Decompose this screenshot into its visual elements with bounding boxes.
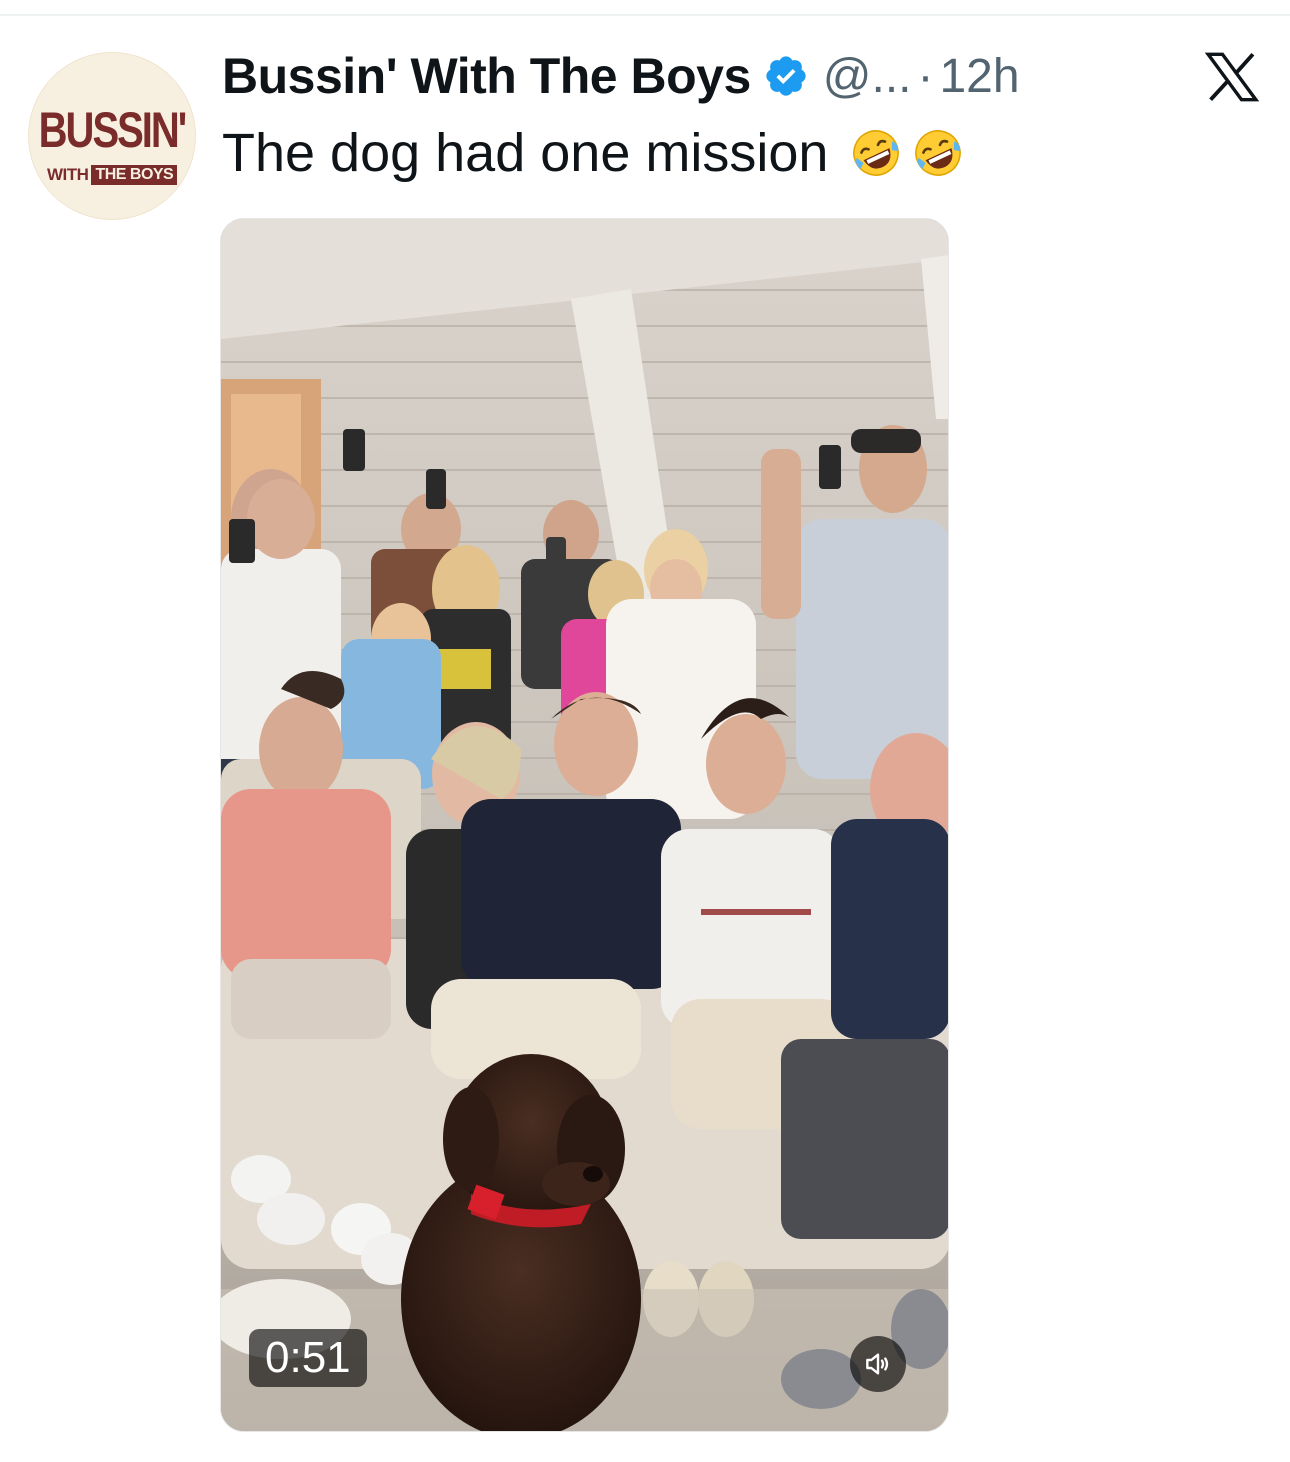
divider — [0, 14, 1290, 16]
verified-badge-icon[interactable] — [763, 53, 809, 99]
mute-button[interactable] — [850, 1336, 906, 1392]
separator-dot: · — [917, 49, 934, 103]
tweet-card[interactable]: BUSSIN' WITH THE BOYS Bussin' With The B… — [0, 0, 1290, 1462]
tweet-header: Bussin' With The Boys @... · 12h — [222, 46, 1020, 106]
avatar-logo-theboys: THE BOYS — [91, 165, 178, 185]
video-player[interactable]: 0:51 — [220, 218, 949, 1432]
timestamp[interactable]: 12h — [939, 49, 1019, 104]
video-frame — [221, 219, 948, 1431]
x-logo-icon[interactable] — [1204, 52, 1260, 102]
tweet-text-body: The dog had one mission — [222, 123, 829, 183]
tweet-text: The dog had one mission — [222, 118, 964, 188]
avatar-logo-with: WITH — [47, 165, 89, 184]
laughing-emoji-icon — [915, 130, 962, 176]
laughing-emoji-icon — [853, 130, 900, 176]
speaker-muted-icon — [866, 1353, 889, 1375]
avatar[interactable]: BUSSIN' WITH THE BOYS — [28, 52, 196, 220]
avatar-logo-subtitle: WITH THE BOYS — [47, 165, 178, 185]
author-handle[interactable]: @... — [823, 49, 912, 104]
video-duration: 0:51 — [249, 1329, 367, 1387]
author-name[interactable]: Bussin' With The Boys — [222, 47, 751, 105]
avatar-logo-text: BUSSIN' — [38, 103, 188, 158]
